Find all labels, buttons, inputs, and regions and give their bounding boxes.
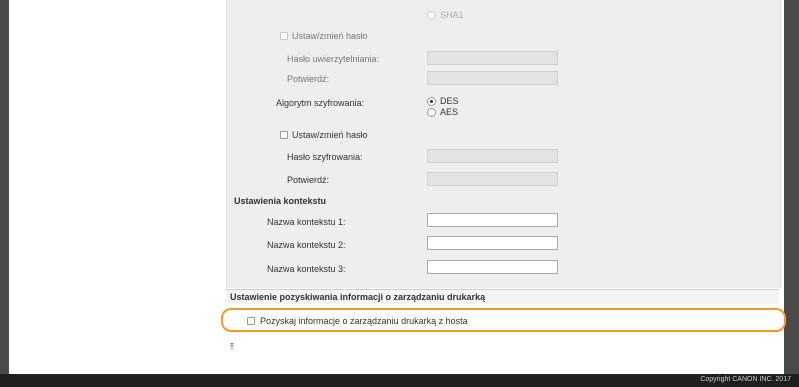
printer-mgmt-checkbox[interactable] — [247, 317, 255, 325]
auth-password-input[interactable] — [427, 51, 558, 65]
aes-radio[interactable] — [427, 108, 436, 117]
sha1-label: SHA1 — [440, 10, 464, 20]
enc-password-input[interactable] — [427, 149, 558, 163]
context-name-2-label: Nazwa kontekstu 2: — [267, 240, 346, 250]
snmp-settings-panel: SHA1 Ustaw/zmień hasło Hasło uwierzyteln… — [226, 0, 781, 288]
enc-set-password-checkbox[interactable] — [280, 131, 288, 139]
printer-mgmt-heading-bar: Ustawienie pozyskiwania informacji o zar… — [226, 290, 779, 304]
printer-mgmt-checkbox-label: Pozyskaj informacje o zarządzaniu drukar… — [260, 316, 468, 326]
left-frame-bar — [0, 0, 9, 387]
auth-set-password-checkbox[interactable] — [280, 32, 288, 40]
context-name-2-input[interactable] — [427, 236, 558, 250]
des-radio[interactable] — [427, 97, 436, 106]
context-name-1-label: Nazwa kontekstu 1: — [267, 217, 346, 227]
enc-confirm-input[interactable] — [427, 172, 558, 186]
auth-set-password-label: Ustaw/zmień hasło — [292, 31, 368, 41]
copyright-text: Copyright CANON INC. 2017 — [700, 376, 791, 383]
scroll-to-top-icon[interactable]: ⤒ — [230, 342, 234, 353]
auth-password-label: Hasło uwierzytelniania: — [287, 54, 380, 64]
context-name-3-label: Nazwa kontekstu 3: — [267, 264, 346, 274]
auth-confirm-label: Potwierdź: — [287, 74, 330, 84]
enc-password-label: Hasło szyfrowania: — [287, 152, 363, 162]
des-label: DES — [440, 96, 459, 106]
enc-confirm-label: Potwierdź: — [287, 175, 330, 185]
encryption-algorithm-label: Algorytm szyfrowania: — [276, 98, 365, 108]
auth-confirm-input[interactable] — [427, 71, 558, 85]
printer-mgmt-highlight: Pozyskaj informacje o zarządzaniu drukar… — [221, 308, 786, 332]
context-name-1-input[interactable] — [427, 213, 558, 227]
aes-label: AES — [440, 107, 459, 117]
sha1-radio[interactable] — [427, 11, 436, 20]
footer: Copyright CANON INC. 2017 — [0, 374, 799, 387]
right-frame-bar — [784, 0, 799, 387]
printer-mgmt-heading: Ustawienie pozyskiwania informacji o zar… — [230, 292, 486, 302]
context-name-3-input[interactable] — [427, 260, 558, 274]
enc-set-password-label: Ustaw/zmień hasło — [292, 130, 368, 140]
context-heading: Ustawienia kontekstu — [234, 196, 327, 206]
